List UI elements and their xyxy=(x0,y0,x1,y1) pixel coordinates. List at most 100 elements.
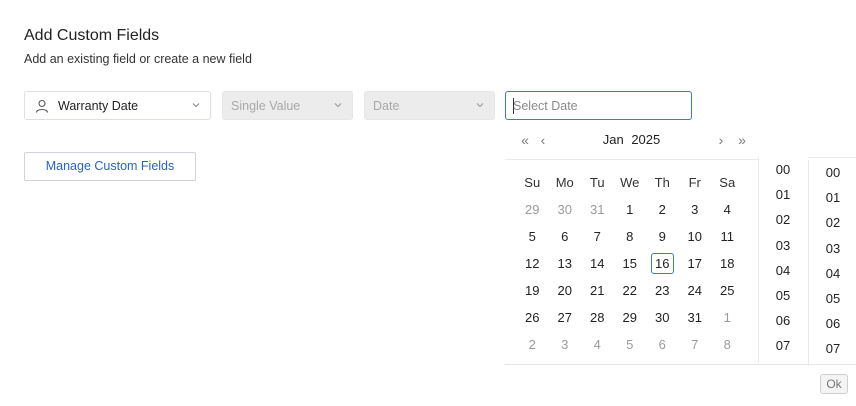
year-label[interactable]: 2025 xyxy=(631,132,660,147)
day-cell[interactable]: 6 xyxy=(646,331,679,358)
day-cell[interactable]: 14 xyxy=(581,250,614,277)
day-cell[interactable]: 24 xyxy=(679,277,712,304)
picker-footer: Ok xyxy=(505,364,856,406)
minute-option[interactable]: 03 xyxy=(809,236,856,261)
day-cell[interactable]: 5 xyxy=(516,223,549,250)
day-cell[interactable]: 2 xyxy=(516,331,549,358)
minute-option[interactable]: 04 xyxy=(809,261,856,286)
day-cell[interactable]: 3 xyxy=(549,331,582,358)
day-cell[interactable]: 4 xyxy=(581,331,614,358)
day-cell[interactable]: 8 xyxy=(614,223,647,250)
day-number: 1 xyxy=(626,202,634,217)
hour-option[interactable]: 02 xyxy=(759,207,807,232)
day-cell[interactable]: 27 xyxy=(549,304,582,331)
day-cell[interactable]: 2 xyxy=(646,196,679,223)
minute-column[interactable]: 00 01 02 03 04 05 06 07 xyxy=(808,160,856,366)
date-picker-popup: « ‹ Jan 2025 › » Su Mo Tu We Th Fr Sa 29… xyxy=(505,122,856,406)
next-month-button[interactable]: › xyxy=(712,131,730,149)
day-number: 15 xyxy=(622,256,637,271)
day-cell[interactable]: 11 xyxy=(711,223,744,250)
day-number: 1 xyxy=(723,310,731,325)
field-select[interactable]: Warranty Date xyxy=(24,91,211,120)
day-number: 2 xyxy=(658,202,666,217)
day-cell[interactable]: 30 xyxy=(646,304,679,331)
chevron-down-icon xyxy=(334,103,342,108)
ok-button[interactable]: Ok xyxy=(820,374,848,394)
day-cell[interactable]: 10 xyxy=(679,223,712,250)
day-number: 7 xyxy=(593,229,601,244)
day-number: 3 xyxy=(561,337,569,352)
day-cell[interactable]: 31 xyxy=(581,196,614,223)
day-cell[interactable]: 28 xyxy=(581,304,614,331)
date-input[interactable] xyxy=(506,92,691,119)
day-cell[interactable]: 12 xyxy=(516,250,549,277)
weekday-label: Th xyxy=(654,175,670,190)
day-cell[interactable]: 29 xyxy=(614,304,647,331)
hour-option[interactable]: 07 xyxy=(759,333,807,358)
hour-option[interactable]: 01 xyxy=(759,182,807,207)
hour-column[interactable]: 00 01 02 03 04 05 06 07 xyxy=(758,157,807,363)
day-number: 24 xyxy=(687,283,702,298)
day-number: 12 xyxy=(525,256,540,271)
day-cell[interactable]: 15 xyxy=(614,250,647,277)
day-cell[interactable]: 6 xyxy=(549,223,582,250)
day-cell[interactable]: 22 xyxy=(614,277,647,304)
day-cell[interactable]: 26 xyxy=(516,304,549,331)
day-number: 30 xyxy=(655,310,670,325)
minute-option[interactable]: 07 xyxy=(809,336,856,361)
date-input-wrapper[interactable] xyxy=(505,91,692,120)
day-number: 5 xyxy=(626,337,634,352)
minute-option[interactable]: 02 xyxy=(809,210,856,235)
minute-option[interactable]: 00 xyxy=(809,160,856,185)
weekday-label: We xyxy=(620,175,640,190)
day-number: 27 xyxy=(557,310,572,325)
day-cell[interactable]: 4 xyxy=(711,196,744,223)
day-cell[interactable]: 8 xyxy=(711,331,744,358)
week-row: 12 13 14 15 16 17 18 xyxy=(516,250,748,277)
day-cell[interactable]: 7 xyxy=(581,223,614,250)
next-year-button[interactable]: » xyxy=(731,131,749,149)
day-cell[interactable]: 7 xyxy=(679,331,712,358)
day-cell[interactable]: 1 xyxy=(614,196,647,223)
day-cell[interactable]: 9 xyxy=(646,223,679,250)
day-number: 26 xyxy=(525,310,540,325)
value-type-select[interactable]: Single Value xyxy=(222,91,353,120)
day-cell[interactable]: 23 xyxy=(646,277,679,304)
day-cell[interactable]: 5 xyxy=(614,331,647,358)
minute-option[interactable]: 06 xyxy=(809,311,856,336)
day-number: 3 xyxy=(691,202,699,217)
minute-option[interactable]: 01 xyxy=(809,185,856,210)
value-type-select-value: Single Value xyxy=(231,99,301,113)
hour-option[interactable]: 06 xyxy=(759,308,807,333)
day-number: 29 xyxy=(525,202,540,217)
day-cell[interactable]: 19 xyxy=(516,277,549,304)
hour-option[interactable]: 03 xyxy=(759,233,807,258)
day-number: 18 xyxy=(720,256,735,271)
day-cell[interactable]: 13 xyxy=(549,250,582,277)
weekday-label: Su xyxy=(524,175,541,190)
day-number: 21 xyxy=(590,283,605,298)
day-cell[interactable]: 21 xyxy=(581,277,614,304)
month-label[interactable]: Jan xyxy=(603,132,624,147)
day-number: 22 xyxy=(622,283,637,298)
field-select-value: Warranty Date xyxy=(58,99,139,113)
day-cell[interactable]: 31 xyxy=(679,304,712,331)
hour-option[interactable]: 00 xyxy=(759,157,807,182)
day-cell[interactable]: 3 xyxy=(679,196,712,223)
day-cell[interactable]: 25 xyxy=(711,277,744,304)
hour-option[interactable]: 04 xyxy=(759,258,807,283)
day-number: 17 xyxy=(687,256,702,271)
day-cell[interactable]: 1 xyxy=(711,304,744,331)
day-cell[interactable]: 17 xyxy=(679,250,712,277)
day-cell-today[interactable]: 16 xyxy=(646,250,679,277)
hour-option[interactable]: 05 xyxy=(759,283,807,308)
day-cell[interactable]: 18 xyxy=(711,250,744,277)
day-cell[interactable]: 20 xyxy=(549,277,582,304)
day-cell[interactable]: 30 xyxy=(549,196,582,223)
manage-custom-fields-button[interactable]: Manage Custom Fields xyxy=(24,152,196,181)
calendar-weeks: 29 30 31 1 2 3 4 5 6 7 8 9 10 11 12 13 14 15 16 17 18 19 20 21 2… xyxy=(516,196,748,358)
minute-option[interactable]: 05 xyxy=(809,286,856,311)
day-cell[interactable]: 29 xyxy=(516,196,549,223)
data-type-select[interactable]: Date xyxy=(364,91,495,120)
day-number: 6 xyxy=(561,229,569,244)
